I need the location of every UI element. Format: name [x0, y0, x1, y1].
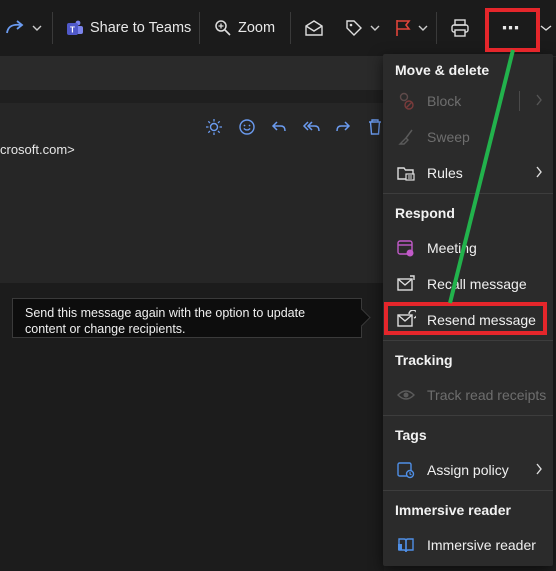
annotation-arrow: [448, 49, 515, 304]
